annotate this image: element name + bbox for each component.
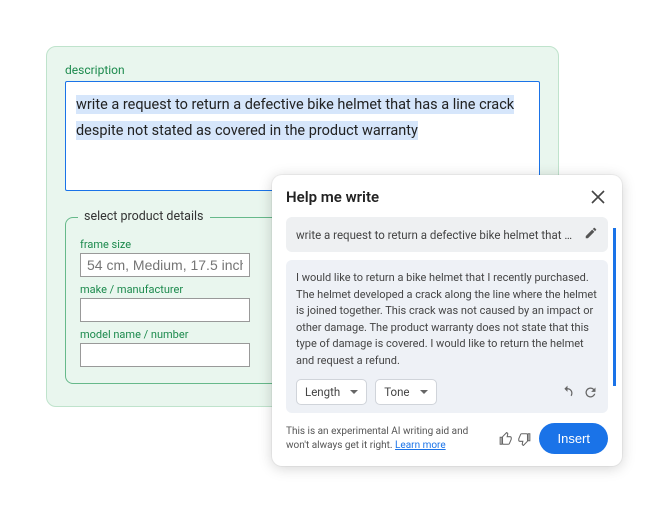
length-label: Length <box>305 385 340 399</box>
tone-label: Tone <box>384 385 409 399</box>
learn-more-link[interactable]: Learn more <box>395 440 446 451</box>
feedback-thumbs <box>499 432 531 446</box>
result-box: I would like to return a bike helmet tha… <box>286 260 608 413</box>
model-input[interactable] <box>80 343 250 367</box>
accent-bar <box>613 228 616 386</box>
undo-icon <box>560 385 575 400</box>
prompt-chip[interactable]: write a request to return a defective bi… <box>286 217 608 252</box>
panel-title: Help me write <box>286 188 379 206</box>
refresh-icon <box>583 385 598 400</box>
controls-row: Length Tone <box>296 379 598 405</box>
frame-size-input[interactable] <box>80 253 250 277</box>
pencil-icon[interactable] <box>584 225 598 244</box>
panel-header: Help me write <box>286 187 608 207</box>
length-dropdown[interactable]: Length <box>296 379 367 405</box>
close-icon <box>591 190 605 204</box>
thumbs-down-icon <box>517 432 531 446</box>
result-text: I would like to return a bike helmet tha… <box>296 270 598 369</box>
close-button[interactable] <box>588 187 608 207</box>
make-input[interactable] <box>80 298 250 322</box>
description-text: write a request to return a defective bi… <box>76 95 514 140</box>
help-me-write-panel: Help me write write a request to return … <box>272 175 622 466</box>
thumbs-down-button[interactable] <box>517 432 531 446</box>
disclaimer-text: This is an experimental AI writing aid a… <box>286 425 491 453</box>
undo-button[interactable] <box>560 385 575 400</box>
caret-down-icon <box>350 390 358 394</box>
prompt-text: write a request to return a defective bi… <box>296 228 576 242</box>
insert-button[interactable]: Insert <box>539 423 608 454</box>
thumbs-up-button[interactable] <box>499 432 513 446</box>
description-label: description <box>65 63 540 77</box>
panel-footer: This is an experimental AI writing aid a… <box>286 423 608 454</box>
tone-dropdown[interactable]: Tone <box>375 379 436 405</box>
caret-down-icon <box>420 390 428 394</box>
fieldset-legend: select product details <box>78 209 210 224</box>
refresh-button[interactable] <box>583 385 598 400</box>
thumbs-up-icon <box>499 432 513 446</box>
